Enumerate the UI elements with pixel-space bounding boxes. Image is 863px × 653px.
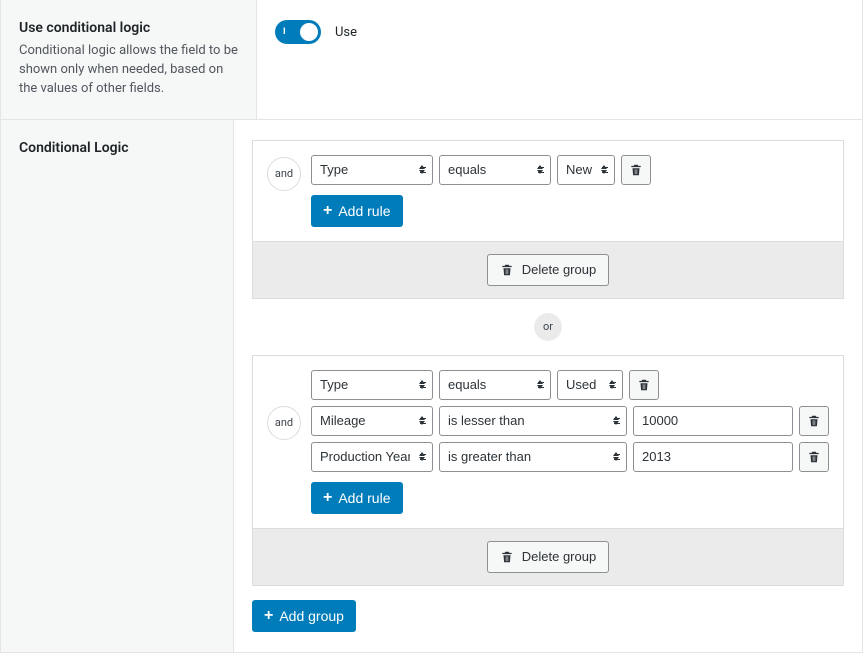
rule-value-select[interactable]: Used bbox=[557, 370, 623, 400]
add-group-button[interactable]: + Add group bbox=[252, 600, 356, 632]
or-badge: or bbox=[534, 313, 562, 341]
add-rule-button[interactable]: + Add rule bbox=[311, 195, 403, 227]
delete-rule-button[interactable] bbox=[799, 406, 829, 436]
trash-icon bbox=[500, 263, 514, 277]
delete-group-button[interactable]: Delete group bbox=[487, 254, 609, 286]
rule-field-select[interactable]: Type bbox=[311, 155, 433, 185]
add-rule-button[interactable]: + Add rule bbox=[311, 482, 403, 514]
toggle-label: Use bbox=[335, 25, 357, 40]
section-title: Use conditional logic bbox=[19, 20, 238, 36]
use-conditional-toggle[interactable]: I bbox=[275, 20, 321, 44]
rule-group: and Type equals New + Add rule bbox=[252, 140, 844, 299]
rule-field-select[interactable]: Production Year bbox=[311, 442, 433, 472]
rule-value-input[interactable] bbox=[633, 406, 793, 436]
and-badge: and bbox=[267, 406, 301, 440]
rule-line: Type equals New bbox=[311, 155, 829, 185]
trash-icon bbox=[807, 414, 821, 428]
section-title: Conditional Logic bbox=[19, 140, 215, 156]
rule-operator-select[interactable]: is lesser than bbox=[439, 406, 627, 436]
rule-line: Type equals Used bbox=[311, 370, 829, 400]
delete-rule-button[interactable] bbox=[629, 370, 659, 400]
delete-rule-button[interactable] bbox=[621, 155, 651, 185]
rule-operator-select[interactable]: equals bbox=[439, 155, 551, 185]
plus-icon: + bbox=[264, 608, 273, 624]
rule-line: Production Year is greater than bbox=[311, 442, 829, 472]
trash-icon bbox=[807, 450, 821, 464]
rule-field-select[interactable]: Mileage bbox=[311, 406, 433, 436]
plus-icon: + bbox=[323, 203, 332, 219]
section-description: Conditional logic allows the field to be… bbox=[19, 42, 238, 99]
rule-group: and Type equals Used Mileage is lesser t… bbox=[252, 355, 844, 586]
toggle-knob bbox=[300, 23, 318, 41]
use-conditional-logic-row: Use conditional logic Conditional logic … bbox=[1, 0, 862, 120]
trash-icon bbox=[637, 378, 651, 392]
rule-field-select[interactable]: Type bbox=[311, 370, 433, 400]
conditional-logic-row: Conditional Logic and Type equals New bbox=[1, 120, 862, 652]
delete-rule-button[interactable] bbox=[799, 442, 829, 472]
rule-line: Mileage is lesser than bbox=[311, 406, 829, 436]
rule-operator-select[interactable]: is greater than bbox=[439, 442, 627, 472]
delete-group-button[interactable]: Delete group bbox=[487, 541, 609, 573]
trash-icon bbox=[500, 550, 514, 564]
trash-icon bbox=[629, 163, 643, 177]
rule-value-input[interactable] bbox=[633, 442, 793, 472]
and-badge: and bbox=[267, 157, 301, 191]
rule-operator-select[interactable]: equals bbox=[439, 370, 551, 400]
plus-icon: + bbox=[323, 490, 332, 506]
rule-value-select[interactable]: New bbox=[557, 155, 615, 185]
